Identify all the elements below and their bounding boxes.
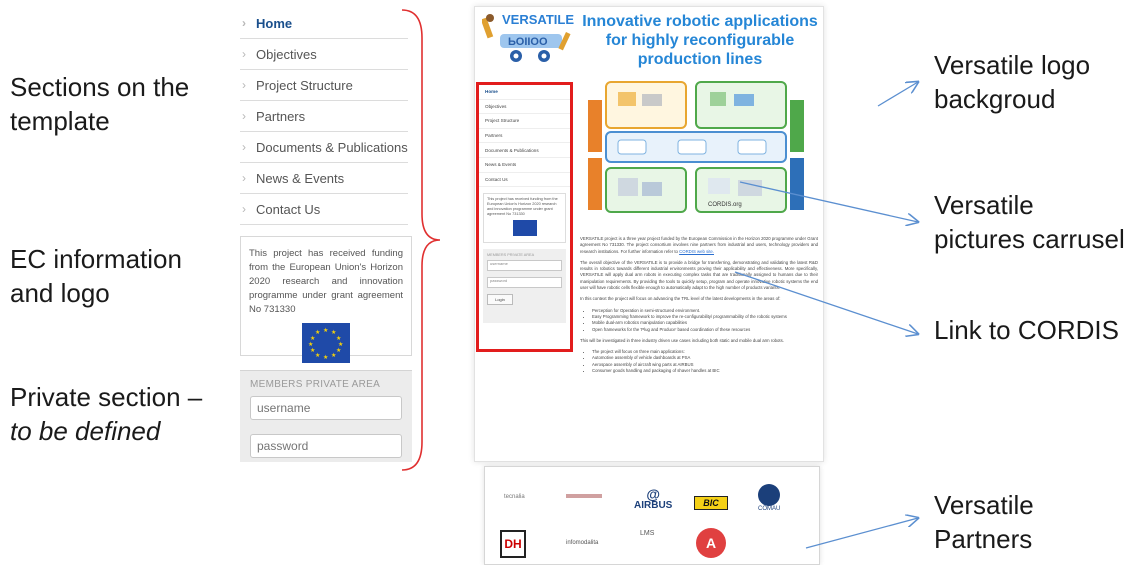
menu-item-objectives[interactable]: › Objectives <box>240 39 408 70</box>
menu-item-news[interactable]: › News & Events <box>240 163 408 194</box>
zoomed-menu: › Home › Objectives › Project Structure › Pa… <box>240 8 408 225</box>
menu-item-contact[interactable]: › Contact Us <box>240 194 408 225</box>
mini-password-field[interactable]: password <box>487 277 562 289</box>
annotation-sections: Sections on the template <box>10 72 190 136</box>
chevron-right-icon: › <box>242 16 246 30</box>
menu-item-partners[interactable]: › Partners <box>240 101 408 132</box>
mini-menu-item[interactable]: Documents & Publications <box>479 143 570 158</box>
svg-text:CORDIS.org: CORDIS.org <box>708 202 742 208</box>
annotation-private-section: Private section – to be defined <box>10 382 203 446</box>
mini-menu-item[interactable]: Objectives <box>479 100 570 115</box>
brace-bracket <box>401 9 440 471</box>
pictures-carousel: CORDIS.org <box>588 81 804 213</box>
partner-logo-infomodalita[interactable]: infomodalita <box>566 540 598 546</box>
mini-eu-flag-icon <box>512 220 537 237</box>
partner-logo-airbus[interactable]: @ AIRBUS <box>634 486 672 511</box>
versatile-logo: VERSATILE ЬОІІОО <box>480 12 578 76</box>
chevron-right-icon: › <box>242 47 246 61</box>
chevron-right-icon: › <box>242 171 246 185</box>
mini-menu-item[interactable]: Home <box>479 85 570 100</box>
chevron-right-icon: › <box>242 140 246 154</box>
annotation-cordis: Link to CORDIS <box>934 315 1119 345</box>
partner-logo-small[interactable] <box>566 494 602 498</box>
eu-flag-icon: ★ ★ ★ ★ ★ ★ ★ ★ ★ ★ ★ ★ <box>302 323 350 363</box>
annotation-partners: Versatile Partners <box>934 490 1034 554</box>
username-field[interactable] <box>250 396 402 420</box>
annotation-logo-background: Versatile logo backgroud <box>934 50 1091 114</box>
mini-ec-box: This project has received funding from t… <box>483 193 566 244</box>
chevron-right-icon: › <box>242 109 246 123</box>
page-body-text: VERSATILE project is a three year projec… <box>580 236 818 379</box>
chevron-right-icon: › <box>242 78 246 92</box>
partner-logo-dh[interactable]: DH <box>500 530 526 558</box>
airbus-swirl-icon: @ <box>646 486 660 502</box>
svg-text:ЬОІІОО: ЬОІІОО <box>508 36 548 48</box>
ec-funding-text: This project has received funding from t… <box>249 248 403 315</box>
mini-menu-item[interactable]: Contact Us <box>479 173 570 188</box>
mini-menu-item[interactable]: Partners <box>479 129 570 144</box>
comau-icon <box>758 484 781 506</box>
mini-menu-highlight: Home Objectives Project Structure Partne… <box>476 82 573 352</box>
members-title: MEMBERS PRIVATE AREA <box>250 379 381 390</box>
partner-logo-comau[interactable]: COMAU <box>758 484 780 512</box>
annotation-carousel: Versatile pictures carrusel <box>934 190 1125 254</box>
menu-item-project-structure[interactable]: › Project Structure <box>240 70 408 101</box>
mini-menu-item[interactable]: News & Events <box>479 158 570 173</box>
members-private-area: MEMBERS PRIVATE AREA <box>240 370 412 462</box>
mini-login-button[interactable]: Login <box>487 294 513 306</box>
menu-item-home[interactable]: › Home <box>240 8 408 39</box>
arrow-partners <box>805 518 918 549</box>
ec-info-box: This project has received funding from t… <box>240 236 412 363</box>
partner-logo-bic[interactable]: BIC <box>694 496 728 510</box>
mini-username-field[interactable]: username <box>487 260 562 272</box>
password-field[interactable] <box>250 434 402 458</box>
chevron-right-icon: › <box>242 202 246 216</box>
cordis-link[interactable]: CORDIS web site. <box>679 249 714 254</box>
partner-logo-a[interactable]: A <box>696 528 726 558</box>
partners-box <box>484 466 820 565</box>
arrow-logo-bg <box>877 82 918 107</box>
mini-menu-item[interactable]: Project Structure <box>479 114 570 129</box>
annotation-ec-info: EC information and logo <box>10 244 182 308</box>
menu-item-documents[interactable]: › Documents & Publications <box>240 132 408 163</box>
mini-members-area: MEMBERS PRIVATE AREA username password L… <box>483 249 566 324</box>
partner-logo-lms[interactable]: LMS <box>640 530 654 537</box>
partner-logo-tecnalia[interactable]: tecnalia <box>504 494 525 500</box>
page-headline: Innovative robotic applications for high… <box>582 13 818 68</box>
